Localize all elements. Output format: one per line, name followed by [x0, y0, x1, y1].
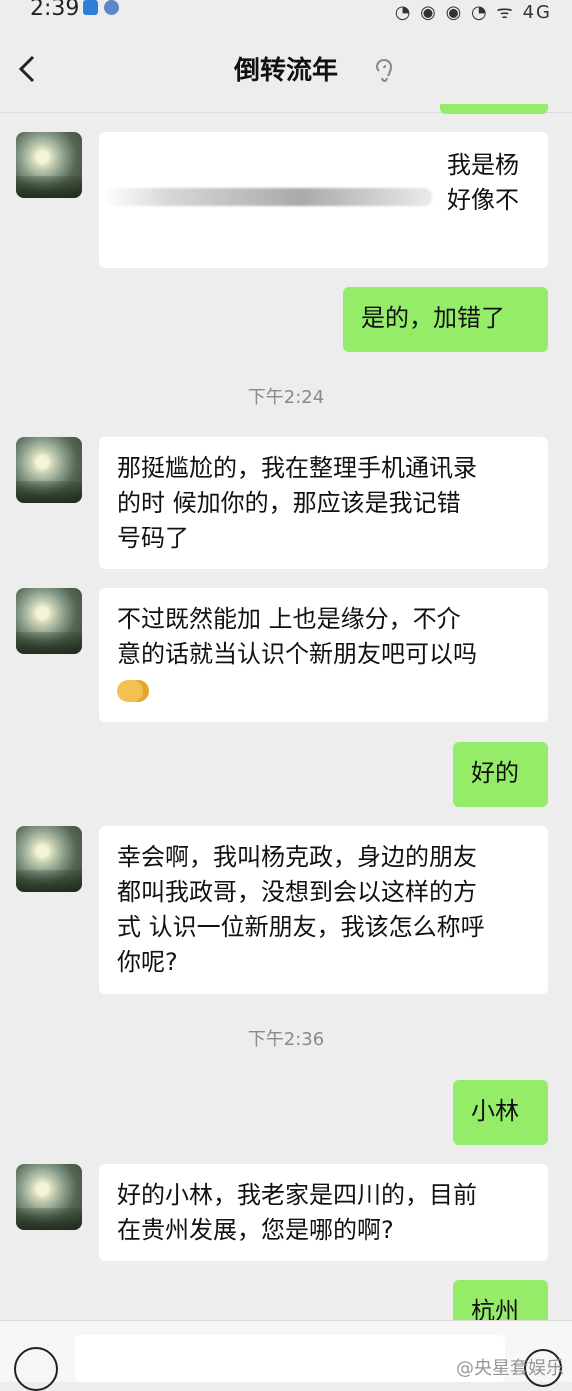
- message-line: 号码了: [117, 524, 189, 552]
- message-line: 不过既然能加 上也是缘分，不介: [117, 605, 461, 633]
- time-separator: 下午2:36: [247, 1029, 325, 1050]
- message-line: 幸会啊，我叫杨克政，身边的朋友: [117, 843, 477, 871]
- message-bubble[interactable]: 杭州: [453, 1280, 548, 1320]
- status-time: 2:39: [30, 0, 80, 21]
- message-bubble[interactable]: 好的: [453, 742, 548, 807]
- message-bubble[interactable]: 幸会啊，我叫杨克政，身边的朋友 都叫我政哥，没想到会以这样的方 式 认识一位新朋…: [99, 826, 548, 994]
- handshake-icon: [117, 680, 149, 702]
- message-line: 好像不: [447, 186, 519, 214]
- previous-outgoing-bubble-tail: [440, 104, 548, 114]
- status-left-icons: [83, 0, 119, 15]
- contact-avatar[interactable]: [16, 826, 82, 892]
- message-line: 杭州: [471, 1297, 519, 1320]
- message-line: 的时 候加你的，那应该是我记错: [117, 489, 461, 517]
- message-bubble[interactable]: 是的，加错了: [343, 287, 548, 352]
- message-bubble[interactable]: 不过既然能加 上也是缘分，不介 意的话就当认识个新朋友吧可以吗: [99, 588, 548, 722]
- message-line: 好的小林，我老家是四川的，目前: [117, 1181, 477, 1209]
- contact-avatar[interactable]: [16, 437, 82, 503]
- chat-header: 倒转流年: [0, 28, 572, 113]
- time-separator: 下午2:24: [247, 387, 325, 408]
- watermark: @央星套娱乐: [456, 1358, 564, 1379]
- message-line: 都叫我政哥，没想到会以这样的方: [117, 878, 477, 906]
- page-title: 倒转流年: [233, 56, 338, 86]
- message-input[interactable]: [75, 1335, 505, 1382]
- message-line: 你呢?: [117, 948, 178, 976]
- browser-notification-icon: [104, 0, 119, 15]
- message-bubble[interactable]: 小林: [453, 1080, 548, 1145]
- message-line: 是的，加错了: [361, 304, 505, 332]
- message-line: 那挺尴尬的，我在整理手机通讯录: [117, 454, 477, 482]
- message-bubble[interactable]: 那挺尴尬的，我在整理手机通讯录 的时 候加你的，那应该是我记错 号码了: [99, 437, 548, 569]
- contact-avatar[interactable]: [16, 132, 82, 198]
- message-line: 式 认识一位新朋友，我该怎么称呼: [117, 913, 485, 941]
- status-right-icons: ◔ ◉ ◉ ◔ ᯤ 4G: [394, 2, 552, 23]
- message-line: 意的话就当认识个新朋友吧可以吗: [117, 640, 477, 668]
- blurred-text: [104, 188, 432, 206]
- contact-avatar[interactable]: [16, 1164, 82, 1230]
- message-bubble[interactable]: 好的小林，我老家是四川的，目前 在贵州发展，您是哪的啊?: [99, 1164, 548, 1261]
- message-line: 在贵州发展，您是哪的啊?: [117, 1216, 394, 1244]
- message-line: 我是杨: [447, 151, 519, 179]
- ear-icon: [375, 58, 393, 82]
- app-notification-icon: [83, 0, 98, 15]
- message-line: 好的: [471, 759, 519, 787]
- message-line: 小林: [471, 1097, 519, 1125]
- contact-avatar[interactable]: [16, 588, 82, 654]
- status-bar: 2:39 ◔ ◉ ◉ ◔ ᯤ 4G: [0, 0, 572, 28]
- voice-icon[interactable]: [14, 1347, 58, 1391]
